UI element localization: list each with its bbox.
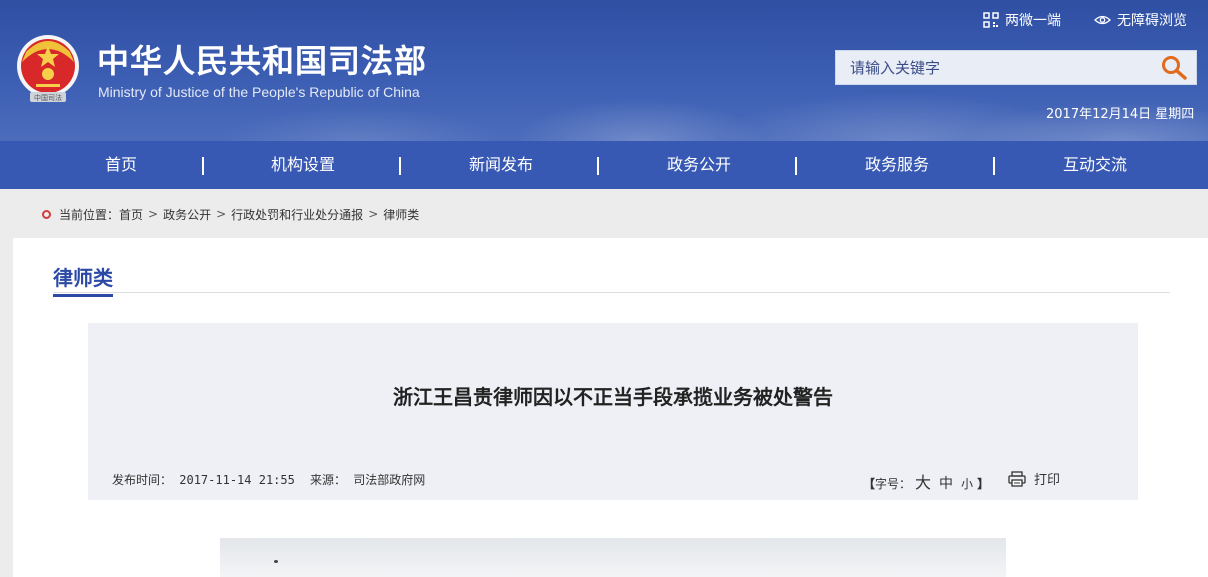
eye-icon (1094, 15, 1111, 25)
article-image (220, 538, 1006, 577)
source-label: 来源： (310, 473, 347, 487)
site-header: 中国司法 中华人民共和国司法部 Ministry of Justice of t… (0, 0, 1208, 141)
mobile-apps-link[interactable]: 两微一端 (983, 10, 1061, 30)
site-title[interactable]: 中华人民共和国司法部 (97, 36, 427, 82)
nav-item-home[interactable]: 首页 (46, 141, 196, 189)
location-dot-icon (42, 209, 51, 219)
breadcrumb-separator: > (148, 207, 159, 221)
site-subtitle: Ministry of Justice of the People's Repu… (98, 84, 420, 100)
nav-item-interaction[interactable]: 互动交流 (1020, 141, 1170, 189)
nav-separator (795, 157, 797, 175)
source-value: 司法部政府网 (353, 473, 426, 487)
breadcrumb-separator: > (216, 207, 227, 221)
printer-icon (1008, 470, 1026, 487)
breadcrumb-prefix: 当前位置： (59, 207, 120, 222)
section-divider (53, 292, 1170, 293)
font-size-large-button[interactable]: 大 (915, 469, 931, 493)
font-size-medium-button[interactable]: 中 (939, 473, 953, 493)
mobile-apps-label: 两微一端 (1005, 13, 1061, 29)
font-size-small-button[interactable]: 小 (961, 475, 973, 492)
photo-detail (274, 560, 278, 563)
main-nav: 首页 机构设置 新闻发布 政务公开 政务服务 互动交流 (0, 141, 1208, 189)
nav-item-services[interactable]: 政务服务 (822, 141, 972, 189)
accessibility-label: 无障碍浏览 (1117, 13, 1187, 29)
publish-time-value: 2017-11-14 21:55 (179, 473, 295, 487)
breadcrumb-item-lawyers[interactable]: 律师类 (383, 206, 419, 223)
search-input[interactable] (836, 51, 1146, 84)
qr-code-icon (983, 12, 999, 28)
breadcrumb-item-penalty-notices[interactable]: 行政处罚和行业处分通报 (231, 206, 363, 223)
breadcrumb-item-government-affairs[interactable]: 政务公开 (163, 206, 211, 223)
emblem-label: 中国司法 (34, 93, 62, 102)
font-size-bracket-open: 【 (863, 477, 876, 491)
breadcrumb-separator: > (368, 207, 379, 221)
search-icon[interactable] (1160, 55, 1188, 81)
print-button[interactable]: 打印 (1008, 469, 1060, 488)
article-title: 浙江王昌贵律师因以不正当手段承揽业务被处警告 (393, 385, 833, 409)
font-size-bracket-close: 】 (977, 477, 990, 491)
nav-separator (597, 157, 599, 175)
publish-time: 发布时间： 2017-11-14 21:55 (112, 471, 295, 488)
search-box (835, 50, 1197, 85)
font-size-label: 字号： (875, 477, 912, 491)
nav-item-government-affairs[interactable]: 政务公开 (624, 141, 774, 189)
breadcrumb-item-home[interactable]: 首页 (119, 206, 143, 223)
current-date: 2017年12月14日 星期四 (1046, 107, 1195, 122)
article-source: 来源： 司法部政府网 (310, 471, 425, 488)
nav-separator (202, 157, 204, 175)
nav-separator (399, 157, 401, 175)
font-size-control: 【 字号： 大 中 小 】 (863, 469, 989, 493)
nav-item-organization[interactable]: 机构设置 (228, 141, 378, 189)
national-emblem-icon[interactable]: 中国司法 (14, 32, 82, 106)
article-header: 浙江王昌贵律师因以不正当手段承揽业务被处警告 发布时间： 2017-11-14 … (88, 323, 1138, 500)
nav-separator (993, 157, 995, 175)
nav-item-news[interactable]: 新闻发布 (426, 141, 576, 189)
print-label: 打印 (1034, 473, 1061, 488)
breadcrumb: 当前位置： 首页 > 政务公开 > 行政处罚和行业处分通报 > 律师类 (42, 204, 419, 224)
accessibility-link[interactable]: 无障碍浏览 (1094, 10, 1187, 30)
publish-time-label: 发布时间： (112, 473, 173, 487)
